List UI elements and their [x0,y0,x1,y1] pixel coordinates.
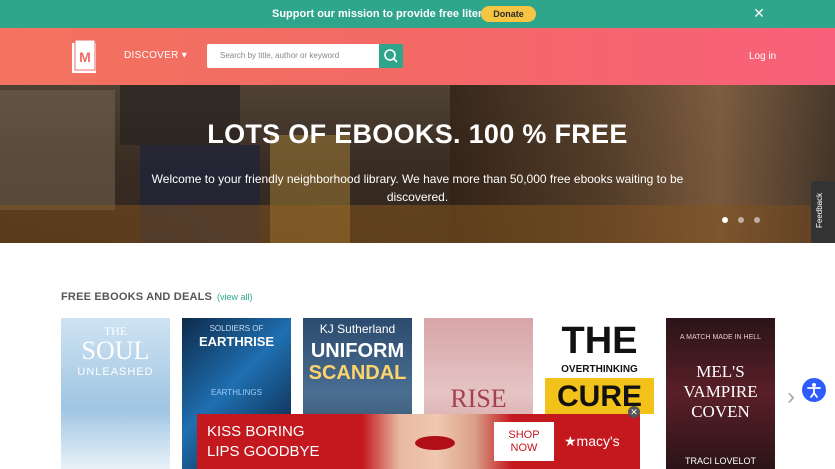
ad-headline: KISS BORING LIPS GOODBYE [207,423,320,460]
book-cover[interactable]: A MATCH MADE IN HELL MEL'S VAMPIRE COVEN… [666,318,775,469]
accessibility-icon[interactable] [802,378,826,402]
banner-message: Support our mission to provide free lite… [272,8,513,20]
section-title: FREE EBOOKS AND DEALS [61,291,213,303]
ad-banner[interactable]: KISS BORING LIPS GOODBYE SHOP NOW ★macy's [197,414,640,469]
close-icon[interactable]: ✕ [628,406,640,418]
donate-banner: Support our mission to provide free lite… [0,0,835,28]
donate-button[interactable]: Donate [481,6,536,22]
shop-now-button[interactable]: SHOP NOW [494,422,554,461]
chevron-right-icon[interactable]: › [787,385,801,409]
hero-subtitle: Welcome to your friendly neighborhood li… [151,172,684,204]
search-button[interactable] [379,44,403,68]
search-icon [384,49,398,63]
search-placeholder: Search by title, author or keyword [220,51,340,60]
feedback-tab[interactable]: Feedback [811,181,835,243]
carousel-dot[interactable] [722,217,728,223]
site-header: M DISCOVER ▾ Search by title, author or … [0,28,835,85]
hero-banner: LOTS OF EBOOKS. 100 % FREE Welcome to yo… [0,85,835,243]
book-cover[interactable]: THE SOUL UNLEASHED [61,318,170,469]
ad-brand: ★macy's [564,433,620,449]
carousel-dot[interactable] [738,217,744,223]
discover-menu[interactable]: DISCOVER ▾ [124,50,187,61]
carousel-dot[interactable] [754,217,760,223]
close-icon[interactable]: ✕ [752,6,766,20]
search-input[interactable]: Search by title, author or keyword [207,44,379,68]
logo-icon[interactable]: M [70,39,98,75]
svg-text:M: M [79,49,91,65]
login-link[interactable]: Log in [749,51,776,62]
hero-title: LOTS OF EBOOKS. 100 % FREE [207,119,628,149]
view-all-link[interactable]: (view all) [217,292,253,302]
